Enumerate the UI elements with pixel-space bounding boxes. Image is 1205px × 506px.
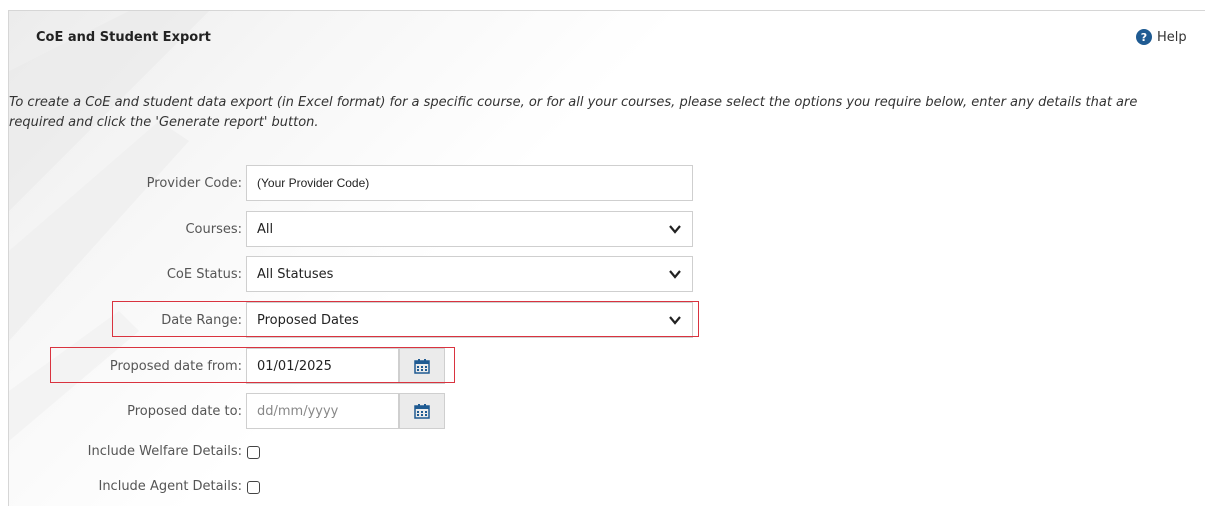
calendar-icon (414, 359, 430, 374)
include-welfare-label: Include Welfare Details: (87, 444, 242, 459)
provider-code-value: (Your Provider Code) (257, 176, 370, 190)
courses-select[interactable]: All (246, 211, 693, 247)
courses-selected: All (257, 221, 274, 237)
calendar-icon (414, 404, 430, 419)
background-decoration (9, 11, 209, 441)
date-range-selected: Proposed Dates (257, 312, 359, 328)
help-link[interactable]: ? Help (1136, 29, 1187, 45)
proposed-from-value: 01/01/2025 (257, 358, 332, 374)
question-circle-icon: ? (1136, 29, 1152, 45)
provider-code-field[interactable]: (Your Provider Code) (246, 165, 693, 201)
date-range-select[interactable]: Proposed Dates (246, 302, 693, 338)
proposed-from-input[interactable]: 01/01/2025 (246, 348, 399, 384)
coe-status-label: CoE Status: (166, 267, 242, 282)
proposed-to-calendar-button[interactable] (399, 393, 445, 429)
proposed-from-label: Proposed date from: (109, 359, 242, 374)
date-range-label: Date Range: (161, 313, 242, 328)
proposed-to-placeholder: dd/mm/yyyy (257, 403, 339, 419)
page-title: CoE and Student Export (36, 30, 211, 45)
proposed-from-calendar-button[interactable] (399, 348, 445, 384)
chevron-down-icon (669, 316, 681, 325)
chevron-down-icon (669, 225, 681, 234)
chevron-down-icon (669, 270, 681, 279)
include-welfare-checkbox[interactable] (247, 446, 260, 459)
include-agent-label: Include Agent Details: (98, 479, 242, 494)
proposed-to-input[interactable]: dd/mm/yyyy (246, 393, 399, 429)
intro-text: To create a CoE and student data export … (9, 95, 1138, 130)
provider-code-label: Provider Code: (146, 176, 242, 191)
coe-status-selected: All Statuses (257, 266, 334, 282)
courses-label: Courses: (185, 222, 242, 237)
coe-status-select[interactable]: All Statuses (246, 256, 693, 292)
help-label: Help (1157, 29, 1187, 45)
proposed-to-label: Proposed date to: (127, 404, 242, 419)
include-agent-checkbox[interactable] (247, 481, 260, 494)
